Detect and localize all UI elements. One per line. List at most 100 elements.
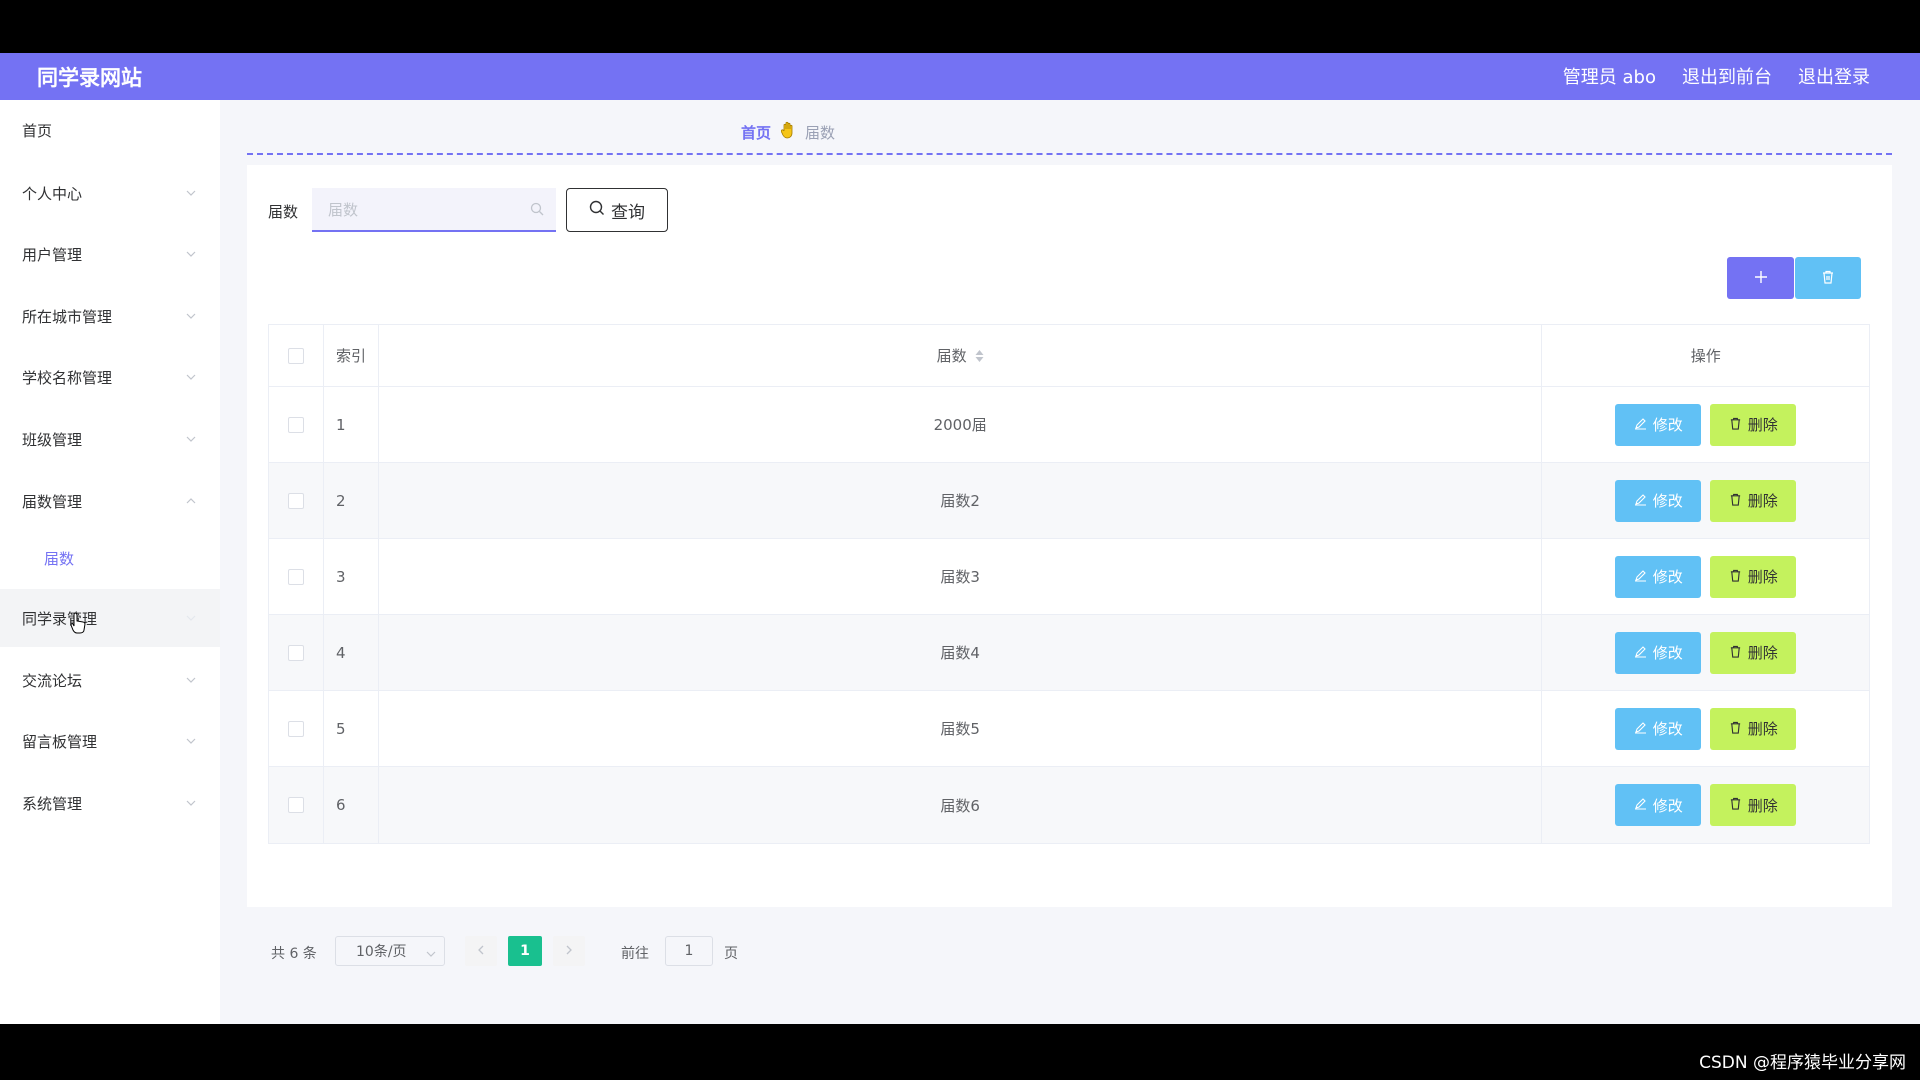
row-checkbox[interactable] <box>287 797 304 813</box>
sidebar-item-label: 届数管理 <box>22 492 83 511</box>
select-all-checkbox[interactable] <box>287 347 304 364</box>
row-check-cell <box>269 463 324 538</box>
sort-icon[interactable] <box>975 349 984 362</box>
delete-label: 删除 <box>1747 644 1778 662</box>
chevron-down-icon <box>186 249 196 259</box>
sidebar-item-class-management[interactable]: 班级管理 <box>0 411 220 467</box>
sidebar-item-jieshu-management[interactable]: 届数管理 <box>0 473 220 529</box>
exit-to-front-link[interactable]: 退出到前台 <box>1682 63 1772 89</box>
sidebar-item-personal-center[interactable]: 个人中心 <box>0 165 220 221</box>
table-row: 4 届数4 修改 删除 <box>269 615 1869 691</box>
sidebar-item-label: 首页 <box>22 121 53 140</box>
sidebar-item-system-management[interactable]: 系统管理 <box>0 775 220 831</box>
delete-label: 删除 <box>1747 492 1778 510</box>
row-checkbox[interactable] <box>287 644 304 661</box>
trash-icon <box>1729 796 1742 814</box>
sidebar-item-home[interactable]: 首页 <box>0 102 220 158</box>
sidebar-item-classmate-book-management[interactable]: 同学录管理 <box>0 589 220 647</box>
table-row: 5 届数5 修改 删除 <box>269 691 1869 767</box>
sidebar-item-label: 学校名称管理 <box>22 368 113 387</box>
page-size-select[interactable]: 10条/页 <box>335 936 445 966</box>
row-operations: 修改 删除 <box>1542 463 1869 538</box>
next-page-button[interactable] <box>553 936 585 966</box>
delete-label: 删除 <box>1747 796 1778 815</box>
row-check-cell <box>269 539 324 614</box>
edit-button[interactable]: 修改 <box>1615 631 1702 674</box>
edit-icon <box>1634 568 1647 586</box>
plus-icon <box>1754 269 1768 288</box>
page-number-button[interactable]: 1 <box>508 936 542 966</box>
goto-page-input[interactable]: 1 <box>665 936 713 966</box>
sidebar-item-school-management[interactable]: 学校名称管理 <box>0 349 220 405</box>
admin-label: 管理员 abo <box>1562 67 1656 88</box>
sidebar-item-label: 留言板管理 <box>22 732 98 751</box>
delete-button[interactable]: 删除 <box>1710 479 1797 522</box>
header-jieshu[interactable]: 届数 <box>379 325 1543 386</box>
breadcrumb-home[interactable]: 首页 <box>741 122 771 143</box>
row-checkbox[interactable] <box>287 720 304 737</box>
prev-page-button[interactable] <box>465 936 497 966</box>
query-button[interactable]: 查询 <box>566 188 668 232</box>
trash-icon <box>1821 269 1835 288</box>
row-checkbox[interactable] <box>287 568 304 585</box>
sidebar-item-user-management[interactable]: 用户管理 <box>0 226 220 282</box>
delete-button[interactable]: 删除 <box>1710 707 1797 750</box>
logout-link[interactable]: 退出登录 <box>1798 63 1870 89</box>
mouse-cursor-icon <box>70 612 86 638</box>
delete-button[interactable]: 删除 <box>1710 631 1797 674</box>
breadcrumb-current: 届数 <box>805 123 836 142</box>
sidebar-item-message-board[interactable]: 留言板管理 <box>0 713 220 769</box>
edit-button[interactable]: 修改 <box>1615 555 1702 598</box>
edit-button[interactable]: 修改 <box>1615 707 1702 750</box>
batch-delete-button[interactable] <box>1795 257 1861 299</box>
trash-icon <box>1729 416 1742 434</box>
table-row: 1 2000届 修改 删除 <box>269 387 1869 463</box>
search-icon <box>589 200 605 221</box>
table-row: 3 届数3 修改 删除 <box>269 539 1869 615</box>
row-jieshu: 届数6 <box>379 767 1543 843</box>
row-operations: 修改 删除 <box>1542 691 1869 766</box>
add-button[interactable] <box>1727 257 1794 299</box>
edit-button[interactable]: 修改 <box>1615 403 1702 446</box>
chevron-left-icon <box>477 943 485 959</box>
edit-button[interactable]: 修改 <box>1615 479 1702 522</box>
row-jieshu: 届数2 <box>379 463 1543 538</box>
chevron-down-icon <box>186 434 196 444</box>
row-checkbox[interactable] <box>287 416 304 433</box>
sidebar-item-city-management[interactable]: 所在城市管理 <box>0 288 220 344</box>
edit-button[interactable]: 修改 <box>1615 784 1702 826</box>
row-jieshu: 2000届 <box>379 387 1543 462</box>
row-operations: 修改 删除 <box>1542 387 1869 462</box>
page-size-value: 10条/页 <box>356 944 407 960</box>
sidebar-item-forum[interactable]: 交流论坛 <box>0 652 220 708</box>
header-index: 索引 <box>324 325 379 386</box>
sidebar-item-label: 班级管理 <box>22 430 83 449</box>
goto-label: 前往 <box>621 946 649 962</box>
edit-label: 修改 <box>1652 720 1683 738</box>
chevron-up-icon <box>186 496 196 506</box>
header-jieshu-label: 届数 <box>936 347 967 365</box>
delete-button[interactable]: 删除 <box>1710 555 1797 598</box>
content-panel: 届数 届数 查询 索引 届数 操作 1 2000届 修改 删除 2 届数2 修改… <box>247 165 1892 966</box>
delete-button[interactable]: 删除 <box>1710 403 1797 446</box>
row-index: 1 <box>324 387 379 462</box>
row-checkbox[interactable] <box>287 492 304 509</box>
watermark: CSDN @程序猿毕业分享网 <box>1699 1053 1906 1073</box>
row-jieshu: 届数4 <box>379 615 1543 690</box>
row-index: 5 <box>324 691 379 766</box>
sidebar-subitem-jieshu[interactable]: 届数 <box>0 533 220 583</box>
chevron-down-icon <box>186 675 196 685</box>
edit-icon <box>1634 644 1647 662</box>
edit-label: 修改 <box>1652 416 1683 434</box>
sidebar-item-label: 届数 <box>44 549 75 568</box>
edit-label: 修改 <box>1652 492 1683 510</box>
search-input[interactable]: 届数 <box>312 188 556 232</box>
search-icon <box>530 202 544 220</box>
row-jieshu: 届数5 <box>379 691 1543 766</box>
table-row: 6 届数6 修改 删除 <box>269 767 1869 843</box>
delete-button[interactable]: 删除 <box>1710 784 1797 826</box>
query-button-label: 查询 <box>611 202 645 223</box>
breadcrumb-divider <box>247 153 1892 155</box>
pagination-total: 共 6 条 <box>271 946 317 962</box>
top-navbar: 同学录网站 管理员 abo 退出到前台 退出登录 <box>0 53 1920 100</box>
